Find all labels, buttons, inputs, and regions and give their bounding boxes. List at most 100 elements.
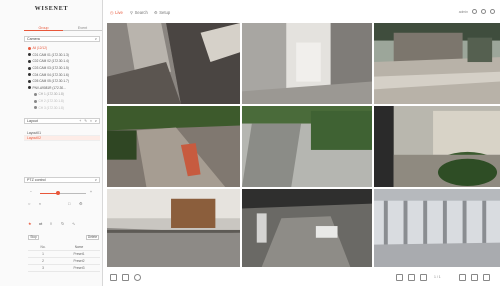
add-icon[interactable]: + xyxy=(79,119,82,123)
record-icon[interactable] xyxy=(134,274,141,281)
video-tile[interactable] xyxy=(106,105,241,188)
table-cell: Preset3 xyxy=(73,266,85,270)
video-tile[interactable] xyxy=(241,105,373,188)
camera-feed-image xyxy=(242,106,372,187)
camera-tree: All (12/12) C01 CAM 01 (172.30.1.3) C02 … xyxy=(28,45,100,111)
page-info: 1 / 1 xyxy=(434,275,441,279)
tree-item-label: All (12/12) xyxy=(32,46,48,51)
camera-feed-image xyxy=(242,23,372,104)
menu-label: Search xyxy=(134,10,148,15)
top-bar: ◷ Live ⚲ Search ⚙ Setup admin xyxy=(104,8,501,20)
sidebar: WISENET Group Event Camera ∨ All (12/12)… xyxy=(0,0,103,286)
video-tile[interactable] xyxy=(373,22,501,105)
tree-item-label: CH 3 (172.30.1.8) xyxy=(38,105,64,110)
zoom-out-icon[interactable]: − xyxy=(30,190,32,194)
table-cell: Preset2 xyxy=(73,259,85,263)
tree-item-all[interactable]: All (12/12) xyxy=(28,45,100,52)
tree-item-camera[interactable]: C02 CAM 02 (172.30.1.4) xyxy=(28,58,100,65)
camera-panel-title: Camera xyxy=(27,37,40,41)
camera-icon xyxy=(28,86,31,90)
edit-icon[interactable]: ✎ xyxy=(84,119,88,123)
table-cell: 3 xyxy=(42,266,44,270)
focus-icon[interactable]: ○ xyxy=(28,202,33,206)
help-icon[interactable] xyxy=(490,9,495,14)
video-tile[interactable] xyxy=(106,188,241,268)
camera-feed-image xyxy=(107,23,240,104)
preset-table-header: No. Name xyxy=(28,244,100,251)
camera-feed-image xyxy=(107,189,240,267)
grid-3x3-icon[interactable] xyxy=(420,274,427,281)
grid-layout-icon[interactable] xyxy=(459,274,466,281)
grid-1x1-icon[interactable] xyxy=(396,274,403,281)
tree-item-channel[interactable]: CH 2 (172.30.1.8) xyxy=(28,98,100,105)
chevron-down-icon[interactable]: ∨ xyxy=(95,37,97,41)
ptz-panel-header[interactable]: PTZ control ∨ xyxy=(24,177,100,183)
wisenet-logo: WISENET xyxy=(34,6,69,12)
zoom-slider-handle[interactable] xyxy=(56,191,61,195)
menu-setup[interactable]: ⚙ Setup xyxy=(154,10,170,15)
tree-item-camera[interactable]: PNV-A9081R (172.30... xyxy=(28,85,100,92)
camera-icon xyxy=(28,53,31,57)
delete-button[interactable]: Delete xyxy=(86,235,99,240)
video-tile[interactable] xyxy=(373,188,501,268)
stop-button[interactable]: Stop xyxy=(28,235,39,240)
camera-feed-image xyxy=(374,189,500,267)
table-cell: 2 xyxy=(42,259,44,263)
tour-icon[interactable]: ↻ xyxy=(61,222,66,226)
camera-feed-image xyxy=(374,106,500,187)
settings-icon[interactable] xyxy=(481,9,486,14)
zoom-in-icon[interactable]: + xyxy=(90,190,92,194)
tree-item-label: C02 CAM 02 (172.30.1.4) xyxy=(32,59,69,64)
menu-search[interactable]: ⚲ Search xyxy=(130,10,148,15)
tree-item-channel[interactable]: CH 3 (172.30.1.8) xyxy=(28,104,100,111)
layout-panel-header[interactable]: Layout + ✎ × ∨ xyxy=(24,118,100,124)
table-row[interactable]: 3 Preset3 xyxy=(28,265,100,272)
settings-icon[interactable]: ⚙ xyxy=(79,202,84,206)
camera-feed-image xyxy=(107,106,240,187)
delete-icon[interactable]: × xyxy=(90,119,93,123)
preset-table: No. Name 1 Preset1 2 Preset2 3 Preset3 xyxy=(28,244,100,272)
menu-live[interactable]: ◷ Live xyxy=(110,10,123,15)
user-name[interactable]: admin xyxy=(459,10,468,14)
tree-item-label: C04 CAM 04 (172.30.1.6) xyxy=(32,72,69,77)
tab-event[interactable]: Event xyxy=(63,25,102,31)
tree-item-camera[interactable]: C05 CAM 05 (172.30.1.7) xyxy=(28,78,100,85)
tab-group[interactable]: Group xyxy=(24,25,63,31)
iris-icon[interactable]: ◐ xyxy=(39,202,44,206)
camera-panel-header[interactable]: Camera ∨ xyxy=(24,36,100,42)
sequence-icon[interactable] xyxy=(471,274,478,281)
video-tile[interactable] xyxy=(241,188,373,268)
trace-icon[interactable]: ∿ xyxy=(72,222,77,226)
tree-item-camera[interactable]: C04 CAM 04 (172.30.1.6) xyxy=(28,71,100,78)
sidebar-tabs: Group Event xyxy=(24,25,102,31)
video-tile[interactable] xyxy=(373,105,501,188)
table-row[interactable]: 1 Preset1 xyxy=(28,251,100,258)
screen-mode-icon[interactable] xyxy=(110,274,117,281)
tree-item-camera[interactable]: C01 CAM 01 (172.30.1.3) xyxy=(28,52,100,59)
chevron-down-icon[interactable]: ∨ xyxy=(95,178,97,182)
fullscreen-icon[interactable] xyxy=(483,274,490,281)
bottom-bar: 1 / 1 xyxy=(104,271,501,284)
user-icon[interactable] xyxy=(472,9,477,14)
tree-item-label: CH 1 (172.30.1.8) xyxy=(38,92,64,97)
camera-icon xyxy=(34,106,37,110)
capture-icon[interactable] xyxy=(122,274,129,281)
table-row[interactable]: 2 Preset2 xyxy=(28,258,100,265)
camera-feed-image xyxy=(374,23,500,104)
tree-item-channel[interactable]: CH 1 (172.30.1.8) xyxy=(28,91,100,98)
tree-item-camera[interactable]: C03 CAM 03 (172.30.1.5) xyxy=(28,65,100,72)
tree-item-label: CH 2 (172.30.1.8) xyxy=(38,99,64,104)
group-icon[interactable]: ◊ xyxy=(50,222,55,226)
swing-icon[interactable]: ⇄ xyxy=(39,222,44,226)
grid-2x2-icon[interactable] xyxy=(408,274,415,281)
preset-icon[interactable]: ★ xyxy=(28,222,33,226)
menu-label: Setup xyxy=(159,10,171,15)
area-zoom-icon[interactable]: □ xyxy=(68,202,73,206)
video-tile[interactable] xyxy=(106,22,241,105)
ptz-icon-row-2: ★ ⇄ ◊ ↻ ∿ xyxy=(28,222,77,226)
layout-item[interactable]: Layout02 xyxy=(24,136,100,141)
live-icon: ◷ xyxy=(110,10,114,15)
chevron-down-icon[interactable]: ∨ xyxy=(95,119,97,123)
video-tile[interactable] xyxy=(241,22,373,105)
layout-list: Layout01 Layout02 xyxy=(24,131,100,141)
